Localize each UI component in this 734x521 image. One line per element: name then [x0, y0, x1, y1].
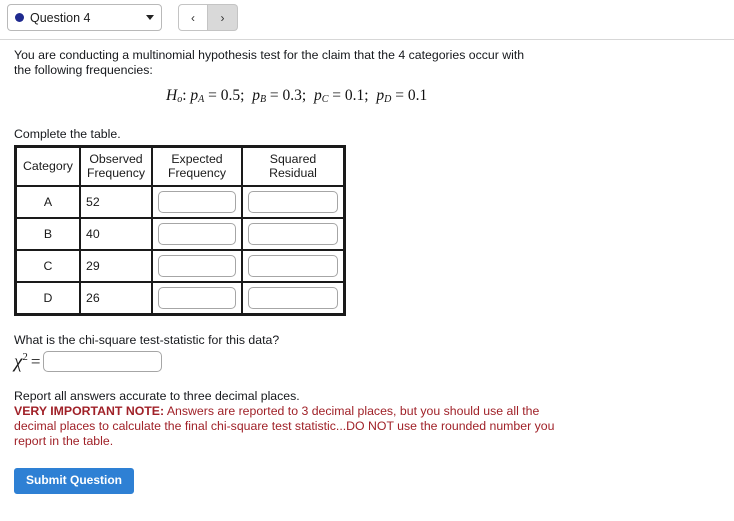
hypothesis-term-a: pA	[190, 87, 205, 105]
hypothesis-term-b: pB	[252, 87, 267, 105]
hypothesis-eq-b: =	[269, 87, 279, 104]
question-selector-dropdown[interactable]: Question 4	[7, 4, 162, 31]
cell-observed-frequency: 26	[80, 282, 152, 314]
important-note: VERY IMPORTANT NOTE: Answers are reporte…	[14, 404, 559, 449]
question-status-dot	[15, 13, 24, 22]
expected-frequency-input-c[interactable]	[158, 255, 236, 277]
question-prompt: You are conducting a multinomial hypothe…	[14, 48, 525, 77]
hypothesis-value-b: 0.3;	[282, 87, 307, 104]
chi-square-statistic-input[interactable]	[43, 351, 163, 372]
column-header-observed-frequency: Observed Frequency	[80, 147, 152, 186]
cell-category: B	[16, 218, 80, 250]
cell-expected-frequency	[152, 282, 242, 314]
cell-expected-frequency	[152, 218, 242, 250]
cell-observed-frequency: 29	[80, 250, 152, 282]
cell-expected-frequency	[152, 186, 242, 218]
hypothesis-h-symbol: Ho	[166, 87, 183, 105]
cell-category: D	[16, 282, 80, 314]
previous-question-button[interactable]: ‹	[178, 4, 208, 31]
hypothesis-value-d: 0.1	[407, 87, 428, 104]
toolbar-divider	[0, 39, 734, 40]
hypothesis-value-a: 0.5;	[220, 87, 245, 104]
question-toolbar: Question 4 ‹ ›	[0, 0, 734, 39]
hypothesis-eq-d: =	[395, 87, 404, 104]
submit-question-button[interactable]: Submit Question	[14, 468, 134, 494]
chevron-down-icon	[146, 15, 154, 20]
cell-squared-residual	[242, 250, 344, 282]
chi-square-answer-row: χ2 =	[14, 351, 720, 372]
table-header-row: Category Observed Frequency Expected Frequ…	[16, 147, 344, 186]
cell-category: C	[16, 250, 80, 282]
chi-square-question-text: What is the chi-square test-statistic fo…	[14, 333, 280, 347]
question-nav-group: ‹ ›	[178, 4, 238, 31]
table-row: C 29	[16, 250, 344, 282]
hypothesis-eq-a: =	[208, 87, 217, 104]
hypothesis-formula: Ho: pA = 0.5; pB = 0.3; pC = 0.1; pD = 0…	[166, 87, 720, 105]
expected-frequency-input-a[interactable]	[158, 191, 236, 213]
important-note-heading: VERY IMPORTANT NOTE:	[14, 404, 165, 418]
expected-frequency-input-d[interactable]	[158, 287, 236, 309]
cell-category: A	[16, 186, 80, 218]
chi-square-symbol: χ2	[14, 350, 28, 373]
cell-observed-frequency: 40	[80, 218, 152, 250]
complete-table-label: Complete the table.	[14, 127, 121, 141]
hypothesis-eq-c: =	[332, 87, 342, 104]
table-row: D 26	[16, 282, 344, 314]
cell-expected-frequency	[152, 250, 242, 282]
chi-square-equals-sign: =	[30, 351, 41, 371]
cell-observed-frequency: 52	[80, 186, 152, 218]
expected-frequency-input-b[interactable]	[158, 223, 236, 245]
cell-squared-residual	[242, 186, 344, 218]
cell-squared-residual	[242, 282, 344, 314]
question-body: You are conducting a multinomial hypothe…	[14, 48, 720, 494]
squared-residual-input-a[interactable]	[248, 191, 338, 213]
squared-residual-input-d[interactable]	[248, 287, 338, 309]
accuracy-note: Report all answers accurate to three dec…	[14, 389, 300, 403]
column-header-category: Category	[16, 147, 80, 186]
frequency-table: Category Observed Frequency Expected Frequ…	[14, 145, 346, 316]
table-row: A 52	[16, 186, 344, 218]
hypothesis-colon: :	[182, 87, 187, 104]
next-question-button[interactable]: ›	[208, 4, 238, 31]
hypothesis-term-c: pC	[313, 87, 329, 105]
column-header-expected-frequency: Expected Frequency	[152, 147, 242, 186]
hypothesis-value-c: 0.1;	[344, 87, 369, 104]
cell-squared-residual	[242, 218, 344, 250]
squared-residual-input-b[interactable]	[248, 223, 338, 245]
column-header-squared-residual: Squared Residual	[242, 147, 344, 186]
table-row: B 40	[16, 218, 344, 250]
question-selector-label: Question 4	[30, 10, 91, 25]
squared-residual-input-c[interactable]	[248, 255, 338, 277]
hypothesis-term-d: pD	[376, 87, 392, 105]
